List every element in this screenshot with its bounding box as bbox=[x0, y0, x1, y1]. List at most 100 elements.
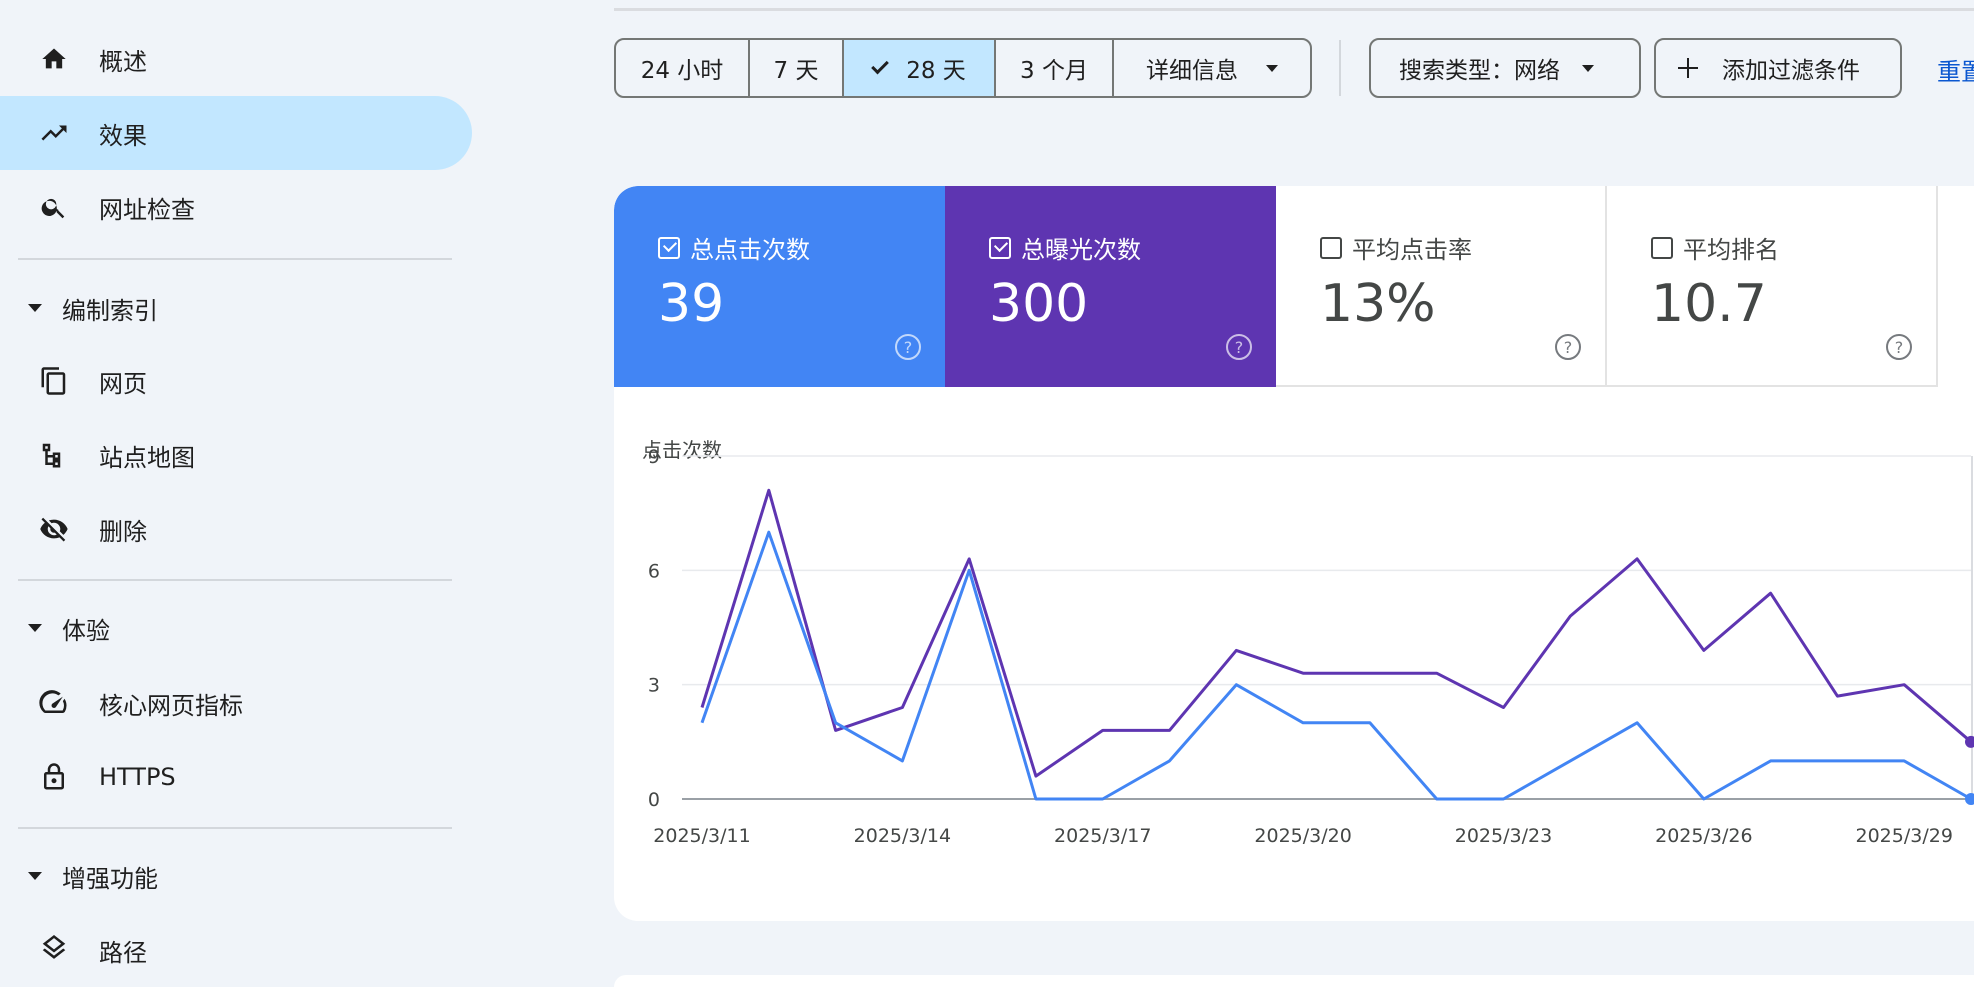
speed-gauge-icon bbox=[38, 687, 70, 719]
add-filter-button[interactable]: 添加过滤条件 bbox=[1654, 38, 1902, 98]
range-label: 24 小时 bbox=[640, 58, 724, 84]
metric-value: 13% bbox=[1320, 274, 1436, 334]
nav-item-label: 概述 bbox=[99, 47, 147, 76]
help-icon[interactable]: ? bbox=[1886, 334, 1912, 360]
sidebar: 概述 效果 网址检查 编制索引 网页 站点地图 删除 体验 核心网页指标 HTT… bbox=[0, 0, 475, 987]
series-line-0 bbox=[700, 488, 1972, 778]
nav-item-label: 路径 bbox=[99, 938, 147, 967]
details-label: 详细信息 bbox=[1146, 58, 1238, 84]
nav-item-url-inspection[interactable]: 网址检查 bbox=[0, 170, 472, 244]
caret-down-icon bbox=[1266, 64, 1278, 72]
visibility-off-icon bbox=[38, 513, 70, 545]
range-24h-button[interactable]: 24 小时 bbox=[616, 40, 750, 96]
range-label: 3 个月 bbox=[1020, 58, 1088, 84]
metric-label: 总曝光次数 bbox=[1021, 236, 1141, 264]
range-28d-button[interactable]: 28 天 bbox=[844, 40, 996, 96]
sitemap-icon bbox=[38, 439, 70, 471]
caret-down-icon bbox=[28, 872, 42, 880]
checkbox-checked-icon[interactable] bbox=[658, 236, 680, 259]
metric-label-row: 总点击次数 bbox=[658, 230, 810, 265]
nav-item-sitemaps[interactable]: 站点地图 bbox=[0, 418, 472, 492]
layers-icon bbox=[38, 934, 70, 966]
nav-item-pages[interactable]: 网页 bbox=[0, 344, 472, 418]
metric-total-clicks[interactable]: 总点击次数 39 ? bbox=[614, 186, 945, 387]
metric-average-position[interactable]: 平均排名 10.7 ? bbox=[1607, 186, 1938, 387]
sidebar-divider bbox=[18, 827, 452, 829]
metric-label: 平均点击率 bbox=[1352, 236, 1472, 264]
nav-item-removals[interactable]: 删除 bbox=[0, 492, 472, 566]
checkbox-unchecked-icon[interactable] bbox=[1320, 236, 1342, 259]
section-label: 体验 bbox=[62, 616, 110, 645]
plus-icon bbox=[1678, 58, 1698, 78]
nav-item-core-web-vitals[interactable]: 核心网页指标 bbox=[0, 666, 472, 740]
x-tick-label: 2025/3/20 bbox=[1254, 825, 1351, 847]
section-enhancements[interactable]: 增强功能 bbox=[0, 846, 472, 906]
toolbar-divider bbox=[1339, 40, 1341, 96]
section-indexing[interactable]: 编制索引 bbox=[0, 278, 472, 338]
reset-link[interactable]: 重置 bbox=[1937, 52, 1974, 87]
nav-item-overview[interactable]: 概述 bbox=[0, 22, 472, 96]
nav-item-label: 效果 bbox=[99, 121, 147, 150]
nav-item-label: 站点地图 bbox=[99, 443, 195, 472]
trending-up-icon bbox=[38, 117, 70, 149]
nav-item-https[interactable]: HTTPS bbox=[0, 740, 472, 814]
x-tick-label: 2025/3/17 bbox=[1054, 825, 1151, 847]
home-icon bbox=[38, 43, 70, 75]
sidebar-divider bbox=[18, 579, 452, 581]
y-tick-label: 9 bbox=[648, 446, 660, 468]
metric-label: 平均排名 bbox=[1683, 236, 1779, 264]
nav-item-label: HTTPS bbox=[99, 763, 176, 791]
y-tick-label: 0 bbox=[648, 789, 660, 811]
help-icon[interactable]: ? bbox=[895, 334, 921, 360]
metric-value: 10.7 bbox=[1651, 274, 1767, 334]
help-icon[interactable]: ? bbox=[1226, 334, 1252, 360]
y-tick-label: 3 bbox=[648, 675, 660, 697]
nav-item-breadcrumbs[interactable]: 路径 bbox=[0, 913, 472, 987]
metric-value: 300 bbox=[989, 274, 1089, 334]
range-7d-button[interactable]: 7 天 bbox=[750, 40, 844, 96]
section-label: 编制索引 bbox=[62, 296, 158, 325]
checkbox-checked-icon[interactable] bbox=[989, 236, 1011, 259]
x-tick-label: 2025/3/26 bbox=[1655, 825, 1752, 847]
clicks-impressions-chart: 0 3 6 9 2025/3/11 2025/3/14 2025/3/17 2025/3/20… bbox=[648, 446, 1974, 847]
help-icon[interactable]: ? bbox=[1555, 334, 1581, 360]
add-filter-label: 添加过滤条件 bbox=[1722, 58, 1860, 84]
nav-item-label: 网址检查 bbox=[99, 195, 195, 224]
lock-icon bbox=[38, 761, 70, 793]
section-experience[interactable]: 体验 bbox=[0, 598, 472, 658]
search-type-dropdown[interactable]: 搜索类型：网络 bbox=[1369, 38, 1641, 98]
header-divider bbox=[614, 8, 1974, 11]
range-label: 7 天 bbox=[773, 58, 819, 84]
section-label: 增强功能 bbox=[62, 864, 158, 893]
performance-card: 总点击次数 39 ? 总曝光次数 300 ? 平均点击率 13% ? 平均排名 … bbox=[614, 186, 1974, 921]
x-tick-label: 2025/3/29 bbox=[1855, 825, 1952, 847]
x-tick-label: 2025/3/14 bbox=[854, 825, 951, 847]
x-tick-label: 2025/3/23 bbox=[1455, 825, 1552, 847]
metric-label: 总点击次数 bbox=[690, 236, 810, 264]
metric-label-row: 平均排名 bbox=[1651, 230, 1779, 265]
metric-average-ctr[interactable]: 平均点击率 13% ? bbox=[1276, 186, 1607, 387]
metric-label-row: 总曝光次数 bbox=[989, 230, 1141, 265]
checkbox-unchecked-icon[interactable] bbox=[1651, 236, 1673, 259]
metric-label-row: 平均点击率 bbox=[1320, 230, 1472, 265]
sidebar-divider bbox=[18, 258, 452, 260]
metric-value: 39 bbox=[658, 274, 725, 334]
next-card-edge bbox=[614, 975, 1974, 987]
nav-item-label: 核心网页指标 bbox=[99, 691, 243, 720]
caret-down-icon bbox=[1582, 64, 1594, 72]
range-3m-button[interactable]: 3 个月 bbox=[996, 40, 1114, 96]
search-type-label: 搜索类型：网络 bbox=[1399, 58, 1560, 84]
caret-down-icon bbox=[28, 624, 42, 632]
search-icon bbox=[38, 191, 70, 223]
pages-icon bbox=[38, 365, 70, 397]
series-line-1 bbox=[700, 530, 1972, 801]
range-label: 28 天 bbox=[906, 58, 966, 84]
nav-item-performance[interactable]: 效果 bbox=[0, 96, 472, 170]
nav-item-label: 删除 bbox=[99, 517, 147, 546]
details-dropdown[interactable]: 详细信息 bbox=[1114, 40, 1310, 96]
x-tick-label: 2025/3/11 bbox=[653, 825, 750, 847]
check-icon bbox=[871, 56, 890, 74]
caret-down-icon bbox=[28, 304, 42, 312]
date-range-selector: 24 小时 7 天 28 天 3 个月 详细信息 bbox=[614, 38, 1312, 98]
metric-total-impressions[interactable]: 总曝光次数 300 ? bbox=[945, 186, 1276, 387]
